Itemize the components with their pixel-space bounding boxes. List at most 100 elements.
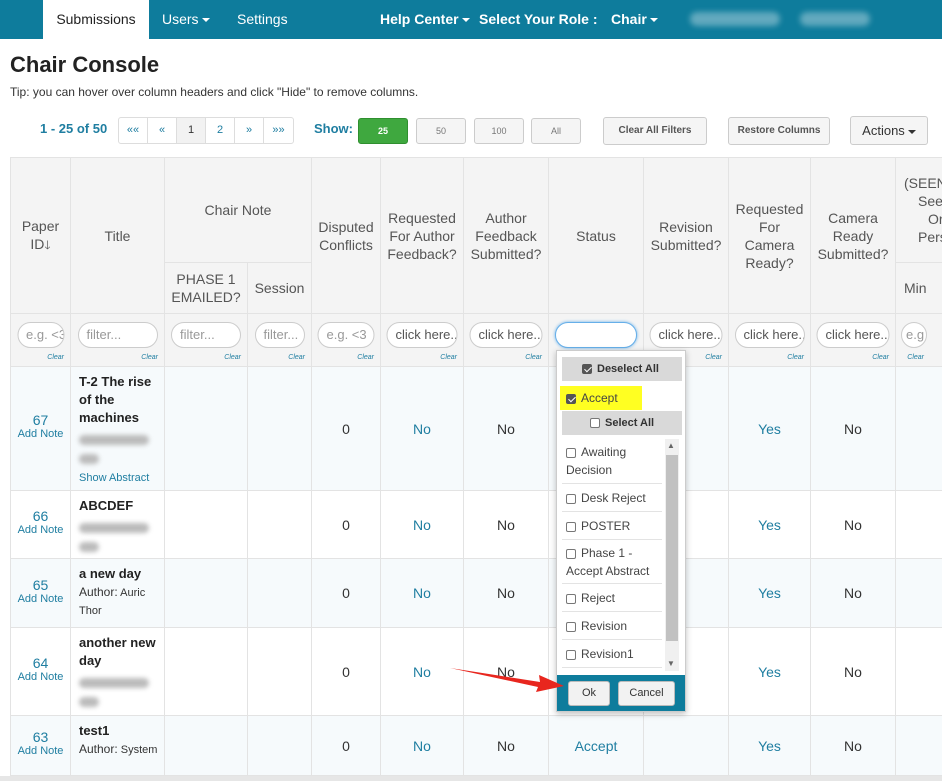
blurred-author bbox=[79, 519, 149, 552]
first-page-button[interactable]: «« bbox=[119, 118, 148, 143]
status-option-revision1[interactable]: Revision1 bbox=[562, 640, 662, 668]
nav-settings[interactable]: Settings bbox=[237, 0, 288, 39]
tip-text: Tip: you can hover over column headers a… bbox=[10, 85, 419, 99]
col-author-feedback-submitted[interactable]: Author Feedback Submitted? bbox=[464, 157, 549, 314]
add-note-link[interactable]: Add Note bbox=[11, 428, 70, 440]
dropdown-scrollbar-thumb[interactable] bbox=[666, 455, 678, 641]
col-paper-id[interactable]: Paper ID🡓 bbox=[10, 157, 71, 314]
col-revision-submitted[interactable]: Revision Submitted? bbox=[644, 157, 729, 314]
filter-disputed[interactable]: e.g. <3 bbox=[317, 322, 375, 348]
table-cell bbox=[896, 491, 942, 559]
horizontal-scrollbar[interactable] bbox=[0, 776, 942, 781]
status-option-revision[interactable]: Revision bbox=[562, 612, 662, 640]
filter-camera-ready-submitted[interactable]: click here... bbox=[816, 322, 890, 348]
clear-filter-title[interactable]: Clear bbox=[141, 354, 158, 361]
table-cell bbox=[248, 716, 312, 776]
clear-all-filters-button[interactable]: Clear All Filters bbox=[603, 117, 707, 145]
show-abstract-link[interactable]: Show Abstract bbox=[79, 472, 149, 484]
paper-id-link[interactable]: 64 bbox=[11, 655, 70, 671]
col-disputed-conflicts[interactable]: Disputed Conflicts bbox=[312, 157, 381, 314]
col-requested-camera-ready[interactable]: Requested For Camera Ready? bbox=[729, 157, 811, 314]
status-option-desk-reject[interactable]: Desk Reject bbox=[562, 484, 662, 512]
filter-author-feedback-submitted[interactable]: click here... bbox=[469, 322, 543, 348]
nav-users[interactable]: Users bbox=[162, 0, 210, 39]
filter-paper-id[interactable]: e.g. <3 bbox=[17, 322, 64, 348]
col-title[interactable]: Title bbox=[71, 157, 165, 314]
prev-page-button[interactable]: « bbox=[148, 118, 177, 143]
show-all-button[interactable]: All bbox=[531, 118, 581, 144]
show-100-button[interactable]: 100 bbox=[474, 118, 524, 144]
paper-id-link[interactable]: 67 bbox=[11, 412, 70, 428]
status-option-poster[interactable]: POSTER bbox=[562, 512, 662, 540]
add-note-link[interactable]: Add Note bbox=[11, 671, 70, 683]
role-dropdown[interactable]: Chair bbox=[611, 0, 658, 39]
cancel-button[interactable]: Cancel bbox=[618, 681, 675, 706]
table-cell bbox=[644, 716, 729, 776]
filter-status[interactable] bbox=[555, 322, 637, 348]
clear-filter-req-fb[interactable]: Clear bbox=[440, 354, 457, 361]
paper-id-cell: 66 Add Note bbox=[10, 491, 71, 559]
table-cell: Yes bbox=[729, 367, 811, 491]
select-all-label: Select All bbox=[605, 417, 655, 429]
select-all-option[interactable]: Select All bbox=[562, 411, 682, 435]
filter-phase1[interactable]: filter... bbox=[171, 322, 241, 348]
clear-filter-paper-id[interactable]: Clear bbox=[47, 354, 64, 361]
filter-revision-submitted[interactable]: click here... bbox=[649, 322, 723, 348]
col-min[interactable]: Min bbox=[896, 263, 942, 314]
clear-filter-session[interactable]: Clear bbox=[288, 354, 305, 361]
col-status[interactable]: Status bbox=[549, 157, 644, 314]
next-page-button[interactable]: » bbox=[235, 118, 264, 143]
col-requested-author-feedback[interactable]: Requested For Author Feedback? bbox=[381, 157, 464, 314]
clear-filter-revision[interactable]: Clear bbox=[705, 354, 722, 361]
role-label: Chair bbox=[611, 11, 647, 27]
requested-feedback-value: No bbox=[413, 585, 431, 601]
col-seen[interactable]: (SEEN See Or Perso bbox=[896, 157, 942, 263]
add-note-link[interactable]: Add Note bbox=[11, 593, 70, 605]
nav-submissions[interactable]: Submissions bbox=[43, 0, 149, 39]
show-50-button[interactable]: 50 bbox=[416, 118, 466, 144]
deselect-all-option[interactable]: Deselect All bbox=[562, 357, 682, 381]
status-option-reject[interactable]: Reject bbox=[562, 584, 662, 612]
page-title: Chair Console bbox=[10, 52, 160, 77]
filter-min[interactable]: e.g bbox=[901, 322, 927, 348]
nav-help-center[interactable]: Help Center bbox=[380, 0, 470, 39]
clear-filter-camera-sub[interactable]: Clear bbox=[872, 354, 889, 361]
requested-feedback-value: No bbox=[413, 516, 431, 533]
clear-filter-min[interactable]: Clear bbox=[907, 354, 924, 361]
paper-id-link[interactable]: 65 bbox=[11, 577, 70, 593]
add-note-link[interactable]: Add Note bbox=[11, 524, 70, 536]
checkbox-unchecked-icon bbox=[566, 447, 576, 458]
filter-title[interactable]: filter... bbox=[77, 322, 158, 348]
clear-filter-phase1[interactable]: Clear bbox=[224, 354, 241, 361]
actions-button[interactable]: Actions bbox=[850, 116, 928, 145]
last-page-button[interactable]: »» bbox=[264, 118, 293, 143]
accept-label: Accept bbox=[581, 391, 618, 405]
camera-submitted-value: No bbox=[844, 420, 862, 437]
page-1-button[interactable]: 1 bbox=[177, 118, 206, 143]
filter-requested-author-feedback[interactable]: click here... bbox=[386, 322, 458, 348]
clear-filter-req-camera[interactable]: Clear bbox=[787, 354, 804, 361]
add-note-link[interactable]: Add Note bbox=[11, 745, 70, 757]
col-chair-note[interactable]: Chair Note bbox=[165, 157, 312, 263]
paper-id-link[interactable]: 63 bbox=[11, 729, 70, 745]
col-session[interactable]: Session bbox=[248, 263, 312, 314]
show-25-button[interactable]: 25 bbox=[358, 118, 408, 144]
paper-id-link[interactable]: 66 bbox=[11, 508, 70, 524]
col-camera-ready-submitted[interactable]: Camera Ready Submitted? bbox=[811, 157, 896, 314]
title-cell: T-2 The rise of the machines Show Abstract bbox=[71, 367, 165, 491]
status-option-awaiting-decision[interactable]: Awaiting Decision bbox=[562, 439, 662, 484]
filter-requested-camera-ready[interactable]: click here... bbox=[734, 322, 805, 348]
clear-filter-fb-sub[interactable]: Clear bbox=[525, 354, 542, 361]
restore-columns-button[interactable]: Restore Columns bbox=[728, 117, 830, 145]
ok-button[interactable]: Ok bbox=[568, 681, 610, 706]
filter-session[interactable]: filter... bbox=[254, 322, 305, 348]
table-cell: 0 bbox=[312, 367, 381, 491]
scroll-down-icon[interactable]: ▼ bbox=[667, 659, 675, 668]
clear-filter-disputed[interactable]: Clear bbox=[357, 354, 374, 361]
col-phase1-emailed[interactable]: PHASE 1 EMAILED? bbox=[165, 263, 248, 314]
scroll-up-icon[interactable]: ▲ bbox=[667, 441, 675, 450]
status-option-phase1-accept-abstract[interactable]: Phase 1 - Accept Abstract bbox=[562, 540, 662, 584]
status-option-accept[interactable]: Accept bbox=[560, 386, 642, 410]
page-2-button[interactable]: 2 bbox=[206, 118, 235, 143]
title-cell: test1 Author: System bbox=[71, 716, 165, 776]
